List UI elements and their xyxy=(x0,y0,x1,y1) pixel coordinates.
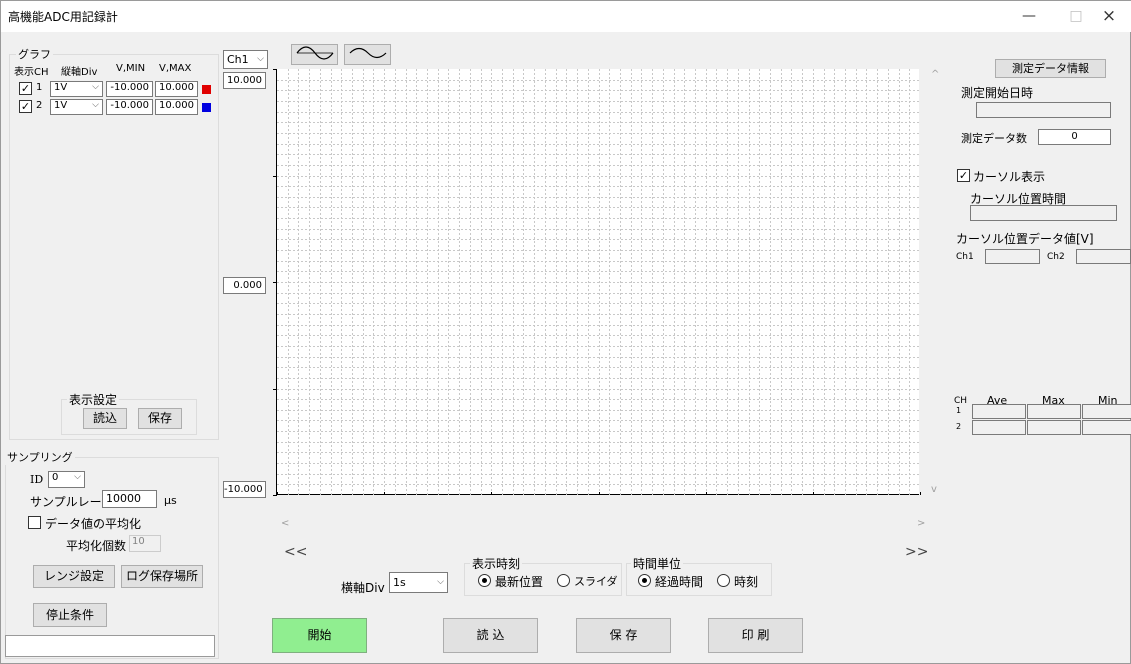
display-save-button[interactable]: 保存 xyxy=(138,408,182,429)
col-vmax-header: V,MAX xyxy=(159,63,192,74)
start-time-label: 測定開始日時 xyxy=(961,86,1034,100)
sampling-group xyxy=(5,457,219,659)
graph-group-label: グラフ xyxy=(16,46,53,62)
stats-ave-1 xyxy=(972,404,1026,419)
avg-count-input[interactable]: 10 xyxy=(129,535,161,552)
channel-select[interactable]: Ch1 ⌵ xyxy=(223,50,268,69)
chevron-down-icon: ⌵ xyxy=(437,577,444,587)
measurement-info-button[interactable]: 測定データ情報 xyxy=(995,59,1106,78)
stats-min-1 xyxy=(1082,404,1131,419)
chevron-down-icon: ⌵ xyxy=(257,54,264,64)
ch2-div-select[interactable]: 1V ⌵ xyxy=(50,99,103,115)
y-axis-mid-label: 0.000 xyxy=(223,277,266,294)
ch1-show-checkbox[interactable]: ✓ xyxy=(19,82,32,95)
nav-first-button[interactable]: << xyxy=(284,544,307,560)
id-select[interactable]: 0 ⌵ xyxy=(48,471,85,488)
app-window: 高機能ADC用記録計 — □ × グラフ 表示CH 縦軸Div V,MIN V,… xyxy=(0,0,1131,664)
title-bar: 高機能ADC用記録計 — □ × xyxy=(1,1,1131,32)
stop-condition-button[interactable]: 停止条件 xyxy=(33,603,107,627)
scroll-left-icon[interactable]: < xyxy=(281,518,289,529)
stats-min-2 xyxy=(1082,420,1131,435)
ch2-color-swatch[interactable] xyxy=(202,103,211,112)
sampling-group-label: サンプリング xyxy=(5,449,75,465)
cursor-value-label: カーソル位置データ値[V] xyxy=(956,232,1094,246)
averaging-label: データ値の平均化 xyxy=(45,517,142,531)
cursor-ch2-field xyxy=(1076,249,1131,264)
chevron-down-icon: ⌵ xyxy=(92,100,99,110)
h-axis-div-label: 横軸Div xyxy=(341,581,385,595)
cursor-ch1-field xyxy=(985,249,1040,264)
col-vmin-header: V,MIN xyxy=(116,63,146,74)
time-latest-radio[interactable] xyxy=(478,574,491,587)
ch1-vmin-field[interactable]: -10.000 xyxy=(106,81,153,97)
avg-count-label: 平均化個数 xyxy=(66,539,127,553)
time-latest-label: 最新位置 xyxy=(495,575,544,589)
scroll-right-icon[interactable]: > xyxy=(917,518,925,529)
sine-wave-icon xyxy=(296,46,333,60)
scroll-up-icon[interactable]: ^ xyxy=(931,69,939,80)
h-axis-div-select[interactable]: 1s ⌵ xyxy=(389,572,448,593)
read-button[interactable]: 読 込 xyxy=(443,618,538,653)
chevron-down-icon: ⌵ xyxy=(92,82,99,92)
plot-grid xyxy=(273,69,921,496)
cursor-ch2-label: Ch2 xyxy=(1047,252,1065,262)
stats-row-2-label: 2 xyxy=(956,422,962,431)
close-button[interactable]: × xyxy=(1086,1,1131,32)
save-button[interactable]: 保 存 xyxy=(576,618,671,653)
stats-row-1-label: 1 xyxy=(956,406,962,415)
wave-view-button-1[interactable] xyxy=(291,44,338,65)
status-box xyxy=(5,635,215,657)
stats-ch-header: CH xyxy=(954,396,968,406)
cursor-ch1-label: Ch1 xyxy=(956,252,974,262)
stats-ave-2 xyxy=(972,420,1026,435)
start-button[interactable]: 開始 xyxy=(272,618,367,653)
ch2-label: 2 xyxy=(36,100,43,111)
ch1-vmax-field[interactable]: 10.000 xyxy=(155,81,198,97)
ch1-label: 1 xyxy=(36,82,43,93)
ch2-vmin-field[interactable]: -10.000 xyxy=(106,99,153,115)
cursor-display-checkbox[interactable]: ✓ xyxy=(957,169,970,182)
stats-max-1 xyxy=(1027,404,1081,419)
col-div-header: 縦軸Div xyxy=(61,67,98,78)
start-time-field xyxy=(976,102,1111,118)
y-axis-bottom-label: -10.000 xyxy=(223,481,266,498)
wave-view-button-2[interactable] xyxy=(344,44,391,65)
display-settings-label: 表示設定 xyxy=(67,391,120,408)
data-count-field: 0 xyxy=(1038,129,1111,145)
ch2-show-checkbox[interactable]: ✓ xyxy=(19,100,32,113)
ch1-div-select[interactable]: 1V ⌵ xyxy=(50,81,103,97)
display-time-label: 表示時刻 xyxy=(470,555,523,572)
sample-rate-input[interactable]: 10000 xyxy=(102,490,157,508)
print-button[interactable]: 印 刷 xyxy=(708,618,803,653)
time-unit-label: 時間単位 xyxy=(631,555,684,572)
unit-clock-radio[interactable] xyxy=(717,574,730,587)
sample-rate-unit: μs xyxy=(164,494,177,507)
col-show-header: 表示CH xyxy=(14,67,49,78)
y-axis-top-label: 10.000 xyxy=(223,72,266,89)
window-title: 高機能ADC用記録計 xyxy=(8,10,118,24)
scroll-down-icon[interactable]: v xyxy=(931,484,937,495)
plot-area[interactable] xyxy=(273,69,921,496)
time-slider-radio[interactable] xyxy=(557,574,570,587)
unit-elapsed-radio[interactable] xyxy=(638,574,651,587)
stats-max-2 xyxy=(1027,420,1081,435)
nav-last-button[interactable]: >> xyxy=(905,544,928,560)
time-slider-label: スライダ xyxy=(574,575,618,588)
range-settings-button[interactable]: レンジ設定 xyxy=(33,565,115,588)
id-label: ID xyxy=(30,473,44,486)
unit-clock-label: 時刻 xyxy=(734,575,759,589)
data-count-label: 測定データ数 xyxy=(961,132,1027,145)
cursor-display-label: カーソル表示 xyxy=(973,170,1046,184)
averaging-checkbox[interactable] xyxy=(28,516,41,529)
cursor-time-field xyxy=(970,205,1117,221)
chevron-down-icon: ⌵ xyxy=(74,472,81,482)
ch2-vmax-field[interactable]: 10.000 xyxy=(155,99,198,115)
minimize-button[interactable]: — xyxy=(1006,1,1052,32)
ch1-color-swatch[interactable] xyxy=(202,85,211,94)
sine-wave-icon xyxy=(349,47,386,59)
unit-elapsed-label: 経過時間 xyxy=(655,575,704,589)
display-read-button[interactable]: 読込 xyxy=(83,408,127,429)
log-location-button[interactable]: ログ保存場所 xyxy=(121,565,203,588)
